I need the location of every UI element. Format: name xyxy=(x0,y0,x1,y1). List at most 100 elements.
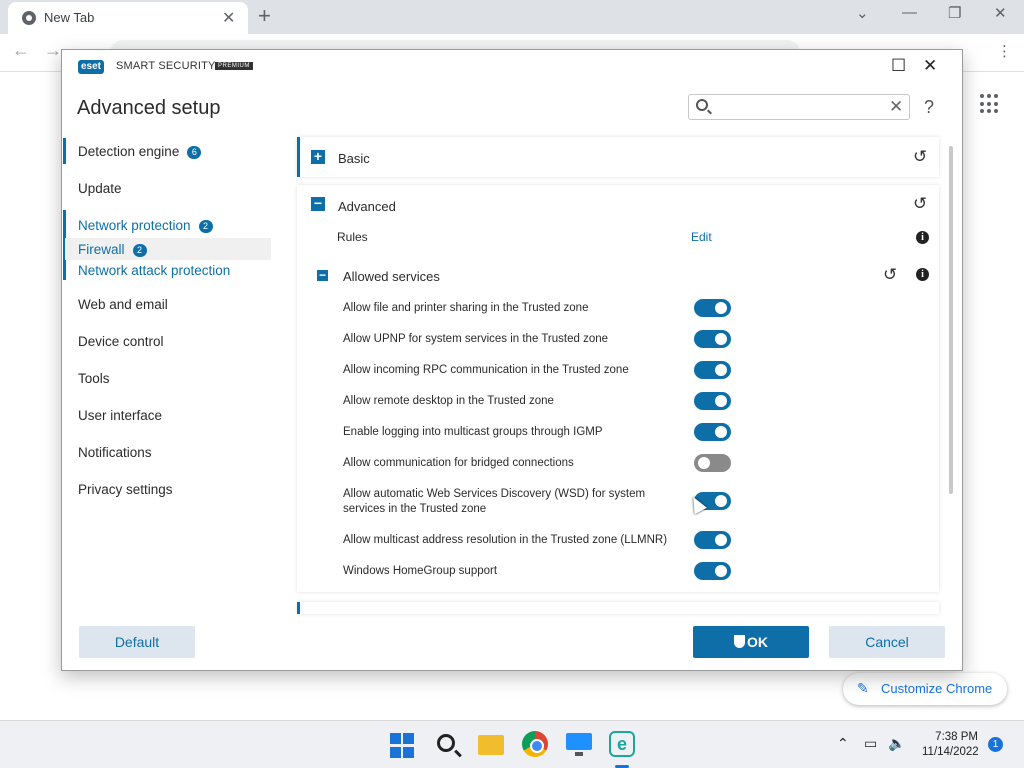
collapse-minus-icon[interactable]: − xyxy=(311,196,325,211)
next-section xyxy=(297,602,939,614)
basic-section: + Basic ↺ xyxy=(297,137,939,177)
service-toggle[interactable] xyxy=(694,423,731,441)
restore-icon[interactable]: ❐ xyxy=(948,4,961,22)
service-toggle[interactable] xyxy=(694,392,731,410)
close-window-icon[interactable]: ✕ xyxy=(994,4,1007,22)
revert-icon[interactable]: ↺ xyxy=(883,265,897,285)
expand-plus-icon[interactable]: + xyxy=(311,149,325,164)
file-explorer-icon[interactable] xyxy=(478,735,504,755)
sidebar-item-label: Network attack protection xyxy=(78,263,231,278)
service-toggle[interactable] xyxy=(694,361,731,379)
clock[interactable]: 7:38 PM 11/14/2022 xyxy=(922,730,979,760)
rules-edit-link[interactable]: Edit xyxy=(691,230,712,244)
rules-label: Rules xyxy=(337,230,368,244)
allowed-services-title[interactable]: Allowed services xyxy=(343,269,440,284)
ok-button[interactable]: OK xyxy=(693,626,809,658)
revert-icon[interactable]: ↺ xyxy=(913,147,927,167)
sidebar-item-label: Network protection xyxy=(78,218,191,233)
sidebar-item-update[interactable]: Update xyxy=(78,181,122,196)
sidebar: Detection engine 6 Update Network protect… xyxy=(62,138,282,608)
customize-chrome-button[interactable]: ✎ Customize Chrome xyxy=(843,673,1007,705)
sidebar-item-privacy-settings[interactable]: Privacy settings xyxy=(78,482,173,497)
remote-desktop-icon[interactable] xyxy=(566,733,592,756)
google-apps-icon[interactable] xyxy=(980,94,1000,114)
volume-icon[interactable]: 🔈 xyxy=(888,735,905,752)
help-icon[interactable]: ? xyxy=(924,97,934,118)
chrome-menu-icon[interactable]: ⋮ xyxy=(997,42,1012,60)
service-label: Allow multicast address resolution in th… xyxy=(343,534,668,546)
back-icon[interactable]: ← xyxy=(12,40,30,61)
basic-section-title[interactable]: Basic xyxy=(338,151,370,166)
sidebar-item-device-control[interactable]: Device control xyxy=(78,334,164,349)
shield-icon xyxy=(734,635,745,648)
service-label: Enable logging into multicast groups thr… xyxy=(343,426,603,438)
sidebar-item-user-interface[interactable]: User interface xyxy=(78,408,162,423)
sidebar-item-label: Update xyxy=(78,181,122,196)
sidebar-item-label: Firewall xyxy=(78,242,125,257)
service-toggle[interactable] xyxy=(694,299,731,317)
content-scrollbar[interactable] xyxy=(949,146,953,494)
page-title: Advanced setup xyxy=(77,97,221,119)
sidebar-item-notifications[interactable]: Notifications xyxy=(78,445,152,460)
close-dialog-icon[interactable]: ✕ xyxy=(923,56,937,76)
sidebar-item-firewall[interactable]: Firewall 2 xyxy=(78,242,147,257)
sidebar-item-label: Tools xyxy=(78,371,110,386)
service-toggle[interactable] xyxy=(694,562,731,580)
maximize-icon[interactable]: ☐ xyxy=(891,56,906,76)
sidebar-item-network-attack-protection[interactable]: Network attack protection xyxy=(78,263,230,278)
browser-tab[interactable]: New Tab ✕ xyxy=(8,2,248,34)
count-badge: 6 xyxy=(187,146,202,159)
info-icon[interactable]: i xyxy=(916,268,929,281)
section-indicator xyxy=(297,602,300,614)
chevron-up-icon[interactable]: ⌃ xyxy=(837,735,849,752)
service-label: Allow UPNP for system services in the Tr… xyxy=(343,333,609,345)
new-tab-icon[interactable]: + xyxy=(258,3,271,29)
search-icon xyxy=(696,99,708,111)
sidebar-item-label: Detection engine xyxy=(78,144,180,159)
tab-search-icon[interactable]: ⌄ xyxy=(856,4,869,22)
info-icon[interactable]: i xyxy=(916,231,929,244)
revert-icon[interactable]: ↺ xyxy=(913,194,927,214)
product-name: SMART SECURITY xyxy=(116,60,216,72)
notification-badge[interactable]: 1 xyxy=(988,737,1003,752)
clear-search-icon[interactable]: ✕ xyxy=(889,97,903,117)
advanced-section: − Advanced ↺ Rules Edit i − Allowed serv… xyxy=(297,185,939,592)
forward-icon[interactable]: → xyxy=(44,40,62,61)
service-toggle[interactable] xyxy=(694,531,731,549)
sidebar-item-label: Notifications xyxy=(78,445,152,460)
edition-badge: PREMIUM xyxy=(215,62,253,70)
service-toggle[interactable] xyxy=(694,454,731,472)
search-input[interactable] xyxy=(715,98,881,116)
tab-title: New Tab xyxy=(44,10,95,25)
service-label: Windows HomeGroup support xyxy=(343,565,498,577)
minimize-icon[interactable]: — xyxy=(902,4,917,21)
collapse-minus-icon[interactable]: − xyxy=(317,269,328,281)
taskbar: e ⌃ ▭ 🔈 7:38 PM 11/14/2022 1 xyxy=(0,720,1024,768)
chrome-icon[interactable] xyxy=(522,731,548,757)
sidebar-item-label: Web and email xyxy=(78,297,168,312)
dialog-titlebar: eset SMART SECURITY PREMIUM ☐ ✕ xyxy=(62,50,962,84)
cancel-button[interactable]: Cancel xyxy=(829,626,945,658)
search-icon[interactable] xyxy=(437,734,455,752)
clock-date: 11/14/2022 xyxy=(922,746,979,758)
sidebar-item-detection-engine[interactable]: Detection engine 6 xyxy=(78,144,202,159)
sidebar-item-label: Device control xyxy=(78,334,164,349)
service-label: Allow communication for bridged connecti… xyxy=(343,457,574,469)
default-button[interactable]: Default xyxy=(79,626,195,658)
eset-logo: eset xyxy=(78,60,105,74)
sidebar-item-web-and-email[interactable]: Web and email xyxy=(78,297,168,312)
sidebar-item-tools[interactable]: Tools xyxy=(78,371,110,386)
tab-close-icon[interactable]: ✕ xyxy=(222,8,235,28)
service-label: Allow remote desktop in the Trusted zone xyxy=(343,395,554,407)
sidebar-item-network-protection[interactable]: Network protection 2 xyxy=(78,218,213,233)
ok-label: OK xyxy=(747,634,768,650)
eset-app-icon[interactable]: e xyxy=(609,731,635,757)
advanced-section-title[interactable]: Advanced xyxy=(338,199,396,214)
windows-start-icon[interactable] xyxy=(390,733,416,759)
sidebar-item-label: Privacy settings xyxy=(78,482,173,497)
service-label: Allow automatic Web Services Discovery (… xyxy=(343,488,646,515)
service-toggle[interactable] xyxy=(694,330,731,348)
search-box: ✕ xyxy=(688,94,910,120)
clock-time: 7:38 PM xyxy=(935,731,978,743)
network-icon[interactable]: ▭ xyxy=(864,735,877,752)
